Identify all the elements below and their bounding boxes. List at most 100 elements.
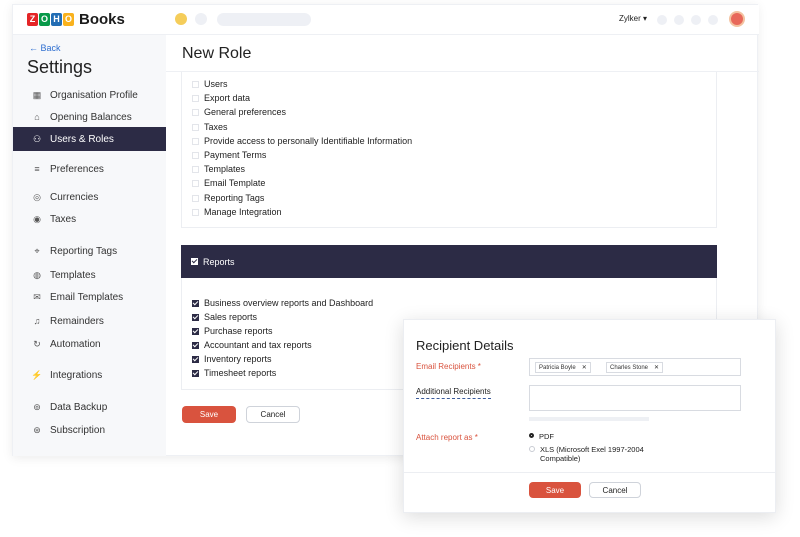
reports-section-header[interactable]: Reports <box>181 245 717 278</box>
checkbox[interactable] <box>192 194 199 202</box>
backup-icon: ⊚ <box>33 401 41 412</box>
sidebar-item-preferences[interactable]: ≡ Preferences <box>13 157 166 181</box>
radio-selected[interactable] <box>529 433 534 438</box>
topbar-placeholder-icon[interactable] <box>708 15 718 25</box>
topbar-placeholder-icon[interactable] <box>691 15 701 25</box>
topbar-placeholder-icon[interactable] <box>657 15 667 25</box>
logo-letter: H <box>51 13 62 26</box>
template-icon: ◍ <box>33 269 41 280</box>
permission-label: Reporting Tags <box>204 193 265 203</box>
permission-item[interactable]: Templates <box>192 164 245 174</box>
permissions-panel: Users Export data General preferences Ta… <box>181 72 717 228</box>
additional-recipients-input[interactable] <box>529 385 741 411</box>
sidebar-item-label: Templates <box>50 269 96 281</box>
sidebar-item-users-roles[interactable]: ⚇ Users & Roles <box>13 127 166 151</box>
checkbox-checked[interactable] <box>192 341 199 349</box>
checkbox[interactable] <box>192 151 199 159</box>
checkbox[interactable] <box>192 123 199 131</box>
report-item[interactable]: Business overview reports and Dashboard <box>192 298 373 308</box>
report-label: Accountant and tax reports <box>204 340 312 350</box>
zoho-books-logo[interactable]: Z O H O Books <box>27 11 125 28</box>
report-item[interactable]: Accountant and tax reports <box>192 340 312 350</box>
report-label: Timesheet reports <box>204 368 277 378</box>
report-label: Business overview reports and Dashboard <box>204 298 374 308</box>
permission-item[interactable]: Provide access to personally Identifiabl… <box>192 136 412 146</box>
permission-label: General preferences <box>204 107 287 117</box>
reports-section-label: Reports <box>203 256 235 267</box>
permission-item[interactable]: Payment Terms <box>192 150 266 160</box>
tag-icon: ⌖ <box>34 245 40 256</box>
checkbox[interactable] <box>192 80 199 88</box>
sidebar-item-data-backup[interactable]: ⊚ Data Backup <box>13 395 166 419</box>
checkbox[interactable] <box>192 94 199 102</box>
checkbox-checked[interactable] <box>192 299 199 307</box>
checkbox-checked[interactable] <box>192 355 199 363</box>
permission-item[interactable]: Export data <box>192 93 250 103</box>
format-option-pdf[interactable]: PDF <box>529 432 554 441</box>
user-avatar[interactable] <box>729 11 745 27</box>
dialog-save-button[interactable]: Save <box>529 482 581 498</box>
checkbox-checked[interactable] <box>192 369 199 377</box>
checkbox[interactable] <box>192 208 199 216</box>
sidebar-item-taxes[interactable]: ◉ Taxes <box>13 207 166 231</box>
sidebar-item-remainders[interactable]: ♫ Remainders <box>13 309 166 333</box>
report-item[interactable]: Inventory reports <box>192 354 272 364</box>
status-dot-icon <box>175 13 187 25</box>
checkbox[interactable] <box>192 137 199 145</box>
checkbox[interactable] <box>192 165 199 173</box>
report-item[interactable]: Timesheet reports <box>192 368 276 378</box>
product-name: Books <box>79 11 125 28</box>
save-button[interactable]: Save <box>182 406 236 423</box>
sidebar-item-organisation-profile[interactable]: ▦ Organisation Profile <box>13 83 166 107</box>
back-link[interactable]: ← Back <box>29 43 61 53</box>
sidebar-item-label: Users & Roles <box>50 133 114 145</box>
report-item[interactable]: Purchase reports <box>192 326 273 336</box>
recipient-chip: Patricia Boyle ✕ <box>535 362 591 373</box>
permission-label: Manage Integration <box>204 207 282 217</box>
automation-icon: ↻ <box>33 338 41 349</box>
sidebar-item-currencies[interactable]: ◎ Currencies <box>13 185 166 209</box>
permission-item[interactable]: Users <box>192 79 228 89</box>
cancel-button[interactable]: Cancel <box>246 406 300 423</box>
permission-item[interactable]: Taxes <box>192 122 228 132</box>
sidebar-item-automation[interactable]: ↻ Automation <box>13 332 166 356</box>
checkbox-checked[interactable] <box>192 313 199 321</box>
settings-sidebar: ← Back Settings ▦ Organisation Profile ⌂… <box>13 35 166 456</box>
topbar-placeholder-icon[interactable] <box>674 15 684 25</box>
recipient-chip: Charles Stone ✕ <box>606 362 664 373</box>
sidebar-item-email-templates[interactable]: ✉ Email Templates <box>13 285 166 309</box>
format-label: PDF <box>539 432 554 441</box>
format-option-xls[interactable]: XLS (Microsoft Exel 1997-2004 Compatible… <box>529 445 659 463</box>
sidebar-item-templates[interactable]: ◍ Templates <box>13 263 166 287</box>
remove-chip-icon[interactable]: ✕ <box>582 364 587 371</box>
sidebar-item-label: Currencies <box>50 191 99 203</box>
reports-checkbox[interactable] <box>191 258 198 265</box>
recipient-name: Patricia Boyle <box>539 364 576 371</box>
radio-unselected[interactable] <box>529 446 535 452</box>
sidebar-item-reporting-tags[interactable]: ⌖ Reporting Tags <box>13 239 166 263</box>
sidebar-item-opening-balances[interactable]: ⌂ Opening Balances <box>13 105 166 129</box>
sidebar-item-label: Taxes <box>50 213 77 225</box>
sidebar-item-label: Opening Balances <box>50 111 132 123</box>
email-recipients-field[interactable]: Patricia Boyle ✕ Charles Stone ✕ <box>529 358 741 376</box>
dialog-title: Recipient Details <box>416 338 514 353</box>
search-placeholder-bar[interactable] <box>217 13 311 26</box>
checkbox[interactable] <box>192 108 199 116</box>
org-switcher[interactable]: Zylker ▾ <box>619 14 647 23</box>
sidebar-item-integrations[interactable]: ⚡ Integrations <box>13 363 166 387</box>
dialog-cancel-button[interactable]: Cancel <box>589 482 641 498</box>
checkbox[interactable] <box>192 179 199 187</box>
sliders-icon: ≡ <box>34 164 40 174</box>
sidebar-item-label: Preferences <box>50 163 104 175</box>
permission-item[interactable]: Email Template <box>192 178 265 188</box>
additional-recipients-label: Additional Recipients <box>416 387 491 399</box>
sidebar-item-subscription[interactable]: ⊛ Subscription <box>13 418 166 442</box>
report-item[interactable]: Sales reports <box>192 312 257 322</box>
permission-item[interactable]: Reporting Tags <box>192 193 264 203</box>
checkbox-checked[interactable] <box>192 327 199 335</box>
permission-label: Email Template <box>204 178 266 188</box>
permission-item[interactable]: Manage Integration <box>192 207 282 217</box>
remove-chip-icon[interactable]: ✕ <box>654 364 659 371</box>
permission-item[interactable]: General preferences <box>192 107 286 117</box>
report-label: Inventory reports <box>204 354 272 364</box>
